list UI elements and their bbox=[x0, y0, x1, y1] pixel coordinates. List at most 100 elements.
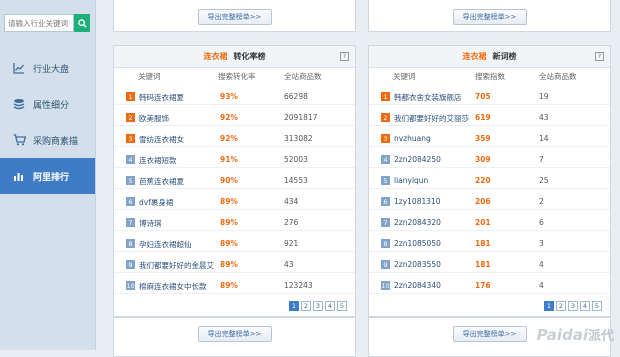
product-count: 4 bbox=[539, 260, 544, 269]
watermark-cn: 派代 bbox=[587, 329, 614, 344]
sidebar-item-label: 行业大盘 bbox=[33, 64, 70, 75]
metric-value: 176 bbox=[475, 281, 491, 290]
export-button[interactable]: 导出完整榜单>> bbox=[197, 9, 272, 25]
keyword-link[interactable]: 雪纺连衣裙女 bbox=[139, 134, 184, 145]
keyword-link[interactable]: 孕妇连衣裙超仙 bbox=[139, 239, 192, 250]
page-button[interactable]: 2 bbox=[301, 301, 311, 311]
rank-badge: 5 bbox=[381, 176, 390, 185]
keyword-link[interactable]: 我们都要好好的艾丽莎 bbox=[394, 113, 469, 124]
product-count: 6 bbox=[539, 218, 544, 227]
export-button[interactable]: 导出完整榜单>> bbox=[197, 326, 272, 342]
page-button[interactable]: 1 bbox=[544, 301, 554, 311]
page-button[interactable]: 5 bbox=[337, 301, 347, 311]
page-button[interactable]: 4 bbox=[325, 301, 335, 311]
keyword-link[interactable]: 连衣裙短款 bbox=[139, 155, 177, 166]
table-header: 关键词 搜索转化率 全站商品数 bbox=[114, 71, 355, 85]
keyword-link[interactable]: 2zn2084340 bbox=[394, 281, 441, 290]
product-count: 276 bbox=[284, 218, 299, 227]
sidebar-item-label: 属性细分 bbox=[33, 100, 70, 111]
page-button[interactable]: 2 bbox=[556, 301, 566, 311]
metric-value: 92% bbox=[220, 134, 238, 143]
page-button[interactable]: 4 bbox=[580, 301, 590, 311]
product-count: 52003 bbox=[284, 155, 308, 164]
export-button[interactable]: 导出完整榜单>> bbox=[452, 9, 527, 25]
table-row: 8 孕妇连衣裙超仙 89% 921 bbox=[114, 234, 355, 252]
search-button[interactable] bbox=[74, 14, 90, 32]
keyword-link[interactable]: 2zn2083550 bbox=[394, 260, 441, 269]
keyword-link[interactable]: 2zn2084250 bbox=[394, 155, 441, 164]
keyword-link[interactable]: 2zn2084320 bbox=[394, 218, 441, 227]
sidebar-item-attributes[interactable]: 属性细分 bbox=[0, 86, 95, 122]
keyword-link[interactable]: 棉麻连衣裙女中长款 bbox=[139, 281, 207, 292]
rank-badge: 8 bbox=[381, 239, 390, 248]
sidebar-item-buyer-profile[interactable]: 采购商素描 bbox=[0, 122, 95, 158]
page-button[interactable]: 3 bbox=[313, 301, 323, 311]
sidebar-item-industry-overview[interactable]: 行业大盘 bbox=[0, 50, 95, 86]
pagination: 12345 bbox=[289, 301, 347, 311]
keyword-link[interactable]: 我们都要好好的金晨艾 bbox=[139, 260, 214, 271]
export-button[interactable]: 导出完整榜单>> bbox=[452, 326, 527, 342]
top-right-panel: 导出完整榜单>> bbox=[368, 0, 611, 32]
table-row: 6 1zy1081310 206 2 bbox=[369, 192, 610, 210]
keyword-link[interactable]: 欧美服饰 bbox=[139, 113, 169, 124]
metric-value: 619 bbox=[475, 113, 491, 122]
keyword-link[interactable]: dvf裹身裙 bbox=[139, 197, 173, 208]
help-icon[interactable]: ? bbox=[340, 52, 349, 61]
metric-value: 705 bbox=[475, 92, 491, 101]
column-header: 搜索转化率 bbox=[218, 72, 256, 81]
metric-value: 89% bbox=[220, 218, 238, 227]
table-row: 7 博诗琪 89% 276 bbox=[114, 213, 355, 231]
rank-badge: 2 bbox=[381, 113, 390, 122]
rank-badge: 3 bbox=[126, 134, 135, 143]
product-count: 43 bbox=[284, 260, 294, 269]
rank-badge: 10 bbox=[381, 281, 390, 290]
metric-value: 93% bbox=[220, 92, 238, 101]
keyword-link[interactable]: 韩都衣舍女装旗舰店 bbox=[394, 92, 462, 103]
table-row: 9 我们都要好好的金晨艾 89% 43 bbox=[114, 255, 355, 273]
column-header: 关键词 bbox=[138, 72, 161, 81]
panel-title: 新词榜 bbox=[492, 52, 517, 61]
product-count: 3 bbox=[539, 239, 544, 248]
metric-value: 181 bbox=[475, 239, 491, 248]
keyword-link[interactable]: nvzhuang bbox=[394, 134, 431, 143]
keyword-link[interactable]: 博诗琪 bbox=[139, 218, 162, 229]
table-row: 4 连衣裙短款 91% 52003 bbox=[114, 150, 355, 168]
rank-badge: 2 bbox=[126, 113, 135, 122]
panel-header: 连衣裙 新词榜 ? bbox=[369, 46, 610, 68]
table-row: 2 我们都要好好的艾丽莎 619 43 bbox=[369, 108, 610, 126]
table-row: 2 欧美服饰 92% 2091817 bbox=[114, 108, 355, 126]
search-input[interactable] bbox=[4, 14, 74, 32]
keyword-link[interactable]: 韩码连衣裙夏 bbox=[139, 92, 184, 103]
keyword-link[interactable]: 2zn1085050 bbox=[394, 239, 441, 248]
page-button[interactable]: 1 bbox=[289, 301, 299, 311]
rank-badge: 4 bbox=[126, 155, 135, 164]
metric-value: 92% bbox=[220, 113, 238, 122]
page-button[interactable]: 3 bbox=[568, 301, 578, 311]
product-count: 25 bbox=[539, 176, 549, 185]
keyword-link[interactable]: 1zy1081310 bbox=[394, 197, 441, 206]
rank-badge: 9 bbox=[381, 260, 390, 269]
table-row: 1 韩码连衣裙夏 93% 66298 bbox=[114, 87, 355, 105]
keyword-link[interactable]: 芭蕉连衣裙夏 bbox=[139, 176, 184, 187]
table-row: 7 2zn2084320 201 6 bbox=[369, 213, 610, 231]
table-row: 3 nvzhuang 359 14 bbox=[369, 129, 610, 147]
help-icon[interactable]: ? bbox=[595, 52, 604, 61]
page-button[interactable]: 5 bbox=[592, 301, 602, 311]
rank-badge: 7 bbox=[381, 218, 390, 227]
rank-badge: 9 bbox=[126, 260, 135, 269]
top-left-panel: 导出完整榜单>> bbox=[113, 0, 356, 32]
metric-value: 89% bbox=[220, 239, 238, 248]
table-header: 关键词 搜索指数 全站商品数 bbox=[369, 71, 610, 85]
keyword-link[interactable]: lianyiqun bbox=[394, 176, 428, 185]
product-count: 434 bbox=[284, 197, 299, 206]
product-count: 313082 bbox=[284, 134, 313, 143]
rank-badge: 7 bbox=[126, 218, 135, 227]
table-row: 9 2zn2083550 181 4 bbox=[369, 255, 610, 273]
panel-category: 连衣裙 bbox=[462, 52, 487, 61]
product-count: 43 bbox=[539, 113, 549, 122]
rank-badge: 5 bbox=[126, 176, 135, 185]
conversion-rank-panel: 连衣裙 转化率榜 ? 关键词 搜索转化率 全站商品数 1 韩码连衣裙夏 93% 662… bbox=[113, 45, 356, 317]
sidebar-item-ali-ranking[interactable]: 阿里排行 bbox=[0, 158, 95, 194]
table-row: 3 雪纺连衣裙女 92% 313082 bbox=[114, 129, 355, 147]
sidebar: 行业大盘 属性细分 采购商素描 阿里排行 bbox=[0, 0, 96, 350]
